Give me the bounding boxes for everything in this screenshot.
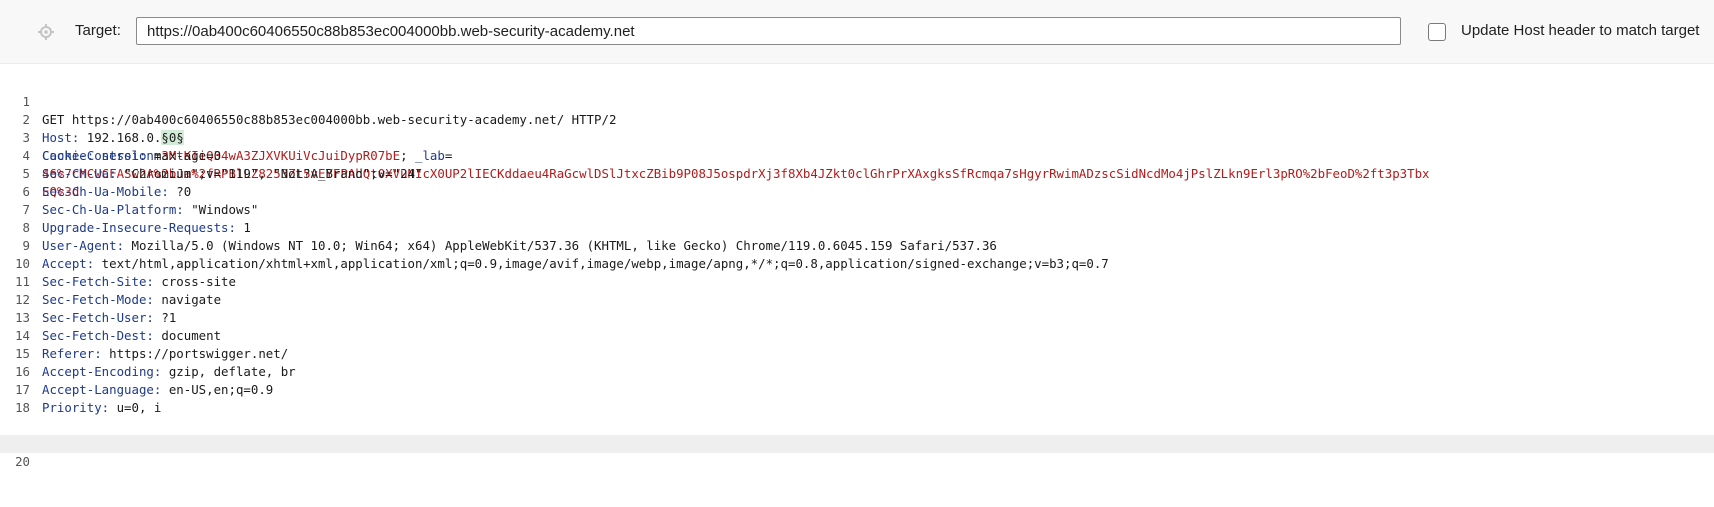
- editor-line: 14 Sec-Fetch-Dest: document: [0, 327, 1714, 345]
- editor-line: 19: [0, 417, 1714, 451]
- target-bar: Target: Update Host header to match targ…: [0, 0, 1714, 64]
- line-number: 18: [15, 400, 30, 415]
- line-number: 17: [15, 382, 30, 397]
- header-line[interactable]: Sec-Fetch-Mode: navigate: [42, 291, 1714, 309]
- header-line[interactable]: Sec-Fetch-Dest: document: [42, 327, 1714, 345]
- header-line[interactable]: Accept: text/html,application/xhtml+xml,…: [42, 255, 1714, 273]
- line-number: 16: [15, 364, 30, 379]
- editor-line: 9 User-Agent: Mozilla/5.0 (Windows NT 10.…: [0, 237, 1714, 255]
- header-name: User-Agent:: [42, 238, 125, 253]
- line-number: 7: [22, 202, 30, 217]
- header-line[interactable]: Sec-Fetch-Site: cross-site: [42, 273, 1714, 291]
- header-name: Sec-Fetch-Site:: [42, 274, 154, 289]
- header-line[interactable]: Accept-Language: en-US,en;q=0.9: [42, 381, 1714, 399]
- editor-line: 17 Accept-Language: en-US,en;q=0.9: [0, 381, 1714, 399]
- header-name: Sec-Fetch-User:: [42, 310, 154, 325]
- header-line[interactable]: User-Agent: Mozilla/5.0 (Windows NT 10.0…: [42, 237, 1714, 255]
- line-number: 4: [22, 148, 30, 163]
- line-number: 6: [22, 184, 30, 199]
- header-value: Mozilla/5.0 (Windows NT 10.0; Win64; x64…: [124, 238, 997, 253]
- header-name: Upgrade-Insecure-Requests:: [42, 220, 236, 235]
- line-number: 8: [22, 220, 30, 235]
- header-name: Accept:: [42, 256, 95, 271]
- editor-line: 6 Sec-Ch-Ua-Mobile: ?0: [0, 183, 1714, 201]
- header-name: Referer:: [42, 346, 102, 361]
- header-value: gzip, deflate, br: [161, 364, 296, 379]
- header-line[interactable]: Sec-Ch-Ua: "Chromium";v="119", "Not?A_Br…: [42, 165, 1714, 183]
- editor-line: 12 Sec-Fetch-Mode: navigate: [0, 291, 1714, 309]
- header-value: ?1: [153, 310, 177, 325]
- editor-line: 18 Priority: u=0, i: [0, 399, 1714, 417]
- editor-line: 4 Cache-Control: max-age=0: [0, 147, 1714, 165]
- target-crosshair-icon[interactable]: [38, 24, 54, 40]
- request-editor[interactable]: 1 GET https://0ab400c60406550c88b853ec00…: [0, 75, 1714, 469]
- header-value: max-age=0: [146, 148, 222, 163]
- line-number: 20: [15, 454, 30, 469]
- header-line[interactable]: Sec-Fetch-User: ?1: [42, 309, 1714, 327]
- header-value: navigate: [153, 292, 222, 307]
- line-number: 5: [22, 166, 30, 181]
- editor-line: 11 Sec-Fetch-Site: cross-site: [0, 273, 1714, 291]
- header-value: cross-site: [153, 274, 236, 289]
- header-name: Sec-Fetch-Mode:: [42, 292, 154, 307]
- line-number: 13: [15, 310, 30, 325]
- header-value: ?0: [168, 184, 192, 199]
- header-line[interactable]: Sec-Ch-Ua-Mobile: ?0: [42, 183, 1714, 201]
- editor-line: 1 GET https://0ab400c60406550c88b853ec00…: [0, 75, 1714, 127]
- header-name: Sec-Fetch-Dest:: [42, 328, 154, 343]
- target-label: Target:: [75, 22, 121, 39]
- line-number: 14: [15, 328, 30, 343]
- editor-line: 7 Sec-Ch-Ua-Platform: "Windows": [0, 201, 1714, 219]
- header-value: "Chromium";v="119", "Not?A_Brand";v="24": [116, 166, 423, 181]
- editor-line: 8 Upgrade-Insecure-Requests: 1: [0, 219, 1714, 237]
- editor-line-current: 20: [0, 435, 1714, 469]
- header-name: Priority:: [42, 400, 110, 415]
- line-number: 3: [22, 130, 30, 145]
- line-number: 10: [15, 256, 30, 271]
- header-name: Accept-Encoding:: [42, 364, 162, 379]
- header-line[interactable]: Upgrade-Insecure-Requests: 1: [42, 219, 1714, 237]
- header-line[interactable]: Accept-Encoding: gzip, deflate, br: [42, 363, 1714, 381]
- editor-line: 5 Sec-Ch-Ua: "Chromium";v="119", "Not?A_B…: [0, 165, 1714, 183]
- header-line[interactable]: Referer: https://portswigger.net/: [42, 345, 1714, 363]
- update-host-label[interactable]: Update Host header to match target: [1461, 22, 1699, 39]
- line-number: 9: [22, 238, 30, 253]
- header-value: 1: [235, 220, 251, 235]
- header-value: document: [153, 328, 222, 343]
- header-name: Cache-Control:: [42, 148, 147, 163]
- header-value: "Windows": [183, 202, 259, 217]
- editor-line: 16 Accept-Encoding: gzip, deflate, br: [0, 363, 1714, 381]
- editor-line: 13 Sec-Fetch-User: ?1: [0, 309, 1714, 327]
- header-name: Accept-Language:: [42, 382, 162, 397]
- header-name: Sec-Ch-Ua-Platform:: [42, 202, 184, 217]
- line-number: 11: [15, 274, 30, 289]
- header-line[interactable]: Cache-Control: max-age=0: [42, 147, 1714, 165]
- editor-line: 3 Cookie: session=3MtKIiQ34wA3ZJXVKUiVcJ…: [0, 111, 1714, 199]
- header-value: https://portswigger.net/: [101, 346, 289, 361]
- editor-line: 10 Accept: text/html,application/xhtml+xm…: [0, 255, 1714, 273]
- line-number: 15: [15, 346, 30, 361]
- update-host-checkbox[interactable]: [1428, 23, 1446, 41]
- header-name: Sec-Ch-Ua:: [42, 166, 117, 181]
- header-value: text/html,application/xhtml+xml,applicat…: [94, 256, 1109, 271]
- header-value: u=0, i: [109, 400, 162, 415]
- line-number: 12: [15, 292, 30, 307]
- header-value: en-US,en;q=0.9: [161, 382, 274, 397]
- header-line[interactable]: Sec-Ch-Ua-Platform: "Windows": [42, 201, 1714, 219]
- header-line[interactable]: Priority: u=0, i: [42, 399, 1714, 417]
- header-name: Sec-Ch-Ua-Mobile:: [42, 184, 169, 199]
- editor-line: 15 Referer: https://portswigger.net/: [0, 345, 1714, 363]
- editor-line: 2 Host: 192.168.0.§0§: [0, 93, 1714, 145]
- target-url-input[interactable]: [136, 17, 1401, 45]
